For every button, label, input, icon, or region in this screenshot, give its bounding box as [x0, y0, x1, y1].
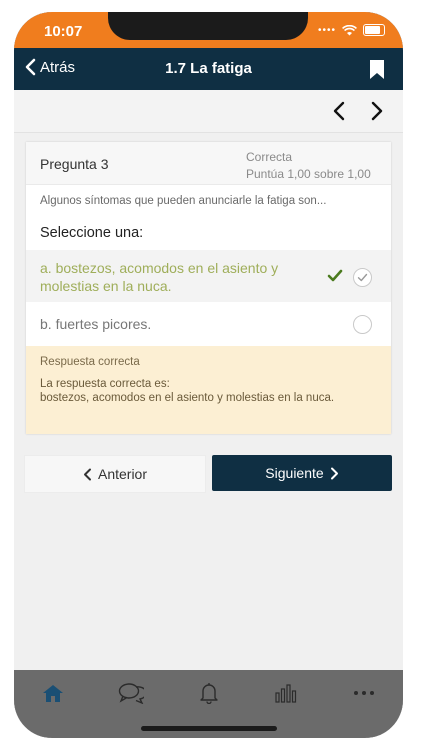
phone-frame: 10:07 •••• Atrás 1.7 La fatiga Pregunta … [14, 12, 403, 738]
answer-option-label: b. fuertes picores. [40, 316, 152, 332]
next-button-label: Siguiente [265, 465, 324, 481]
question-score: Puntúa 1,00 sobre 1,00 [246, 167, 371, 181]
feedback-answer: bostezos, acomodos en el asiento y moles… [40, 392, 335, 404]
previous-question-arrow-icon[interactable] [332, 101, 346, 121]
question-grade: Correcta Puntúa 1,00 sobre 1,00 [246, 149, 371, 183]
question-card: Pregunta 3 Correcta Puntúa 1,00 sobre 1,… [26, 142, 391, 434]
tab-grades[interactable] [271, 680, 301, 706]
home-icon [43, 684, 63, 702]
status-bar: 10:07 •••• [14, 12, 403, 48]
status-time: 10:07 [44, 23, 83, 40]
bell-icon [200, 683, 218, 704]
question-number: Pregunta 3 [40, 156, 109, 172]
tab-home[interactable] [38, 680, 68, 706]
page-title: 1.7 La fatiga [165, 60, 252, 77]
tab-more[interactable] [349, 680, 379, 706]
screen: 10:07 •••• Atrás 1.7 La fatiga Pregunta … [14, 12, 403, 738]
chevron-left-icon [83, 468, 91, 480]
tab-messages[interactable] [116, 680, 146, 706]
battery-icon [363, 24, 385, 36]
next-button[interactable]: Siguiente [212, 455, 392, 491]
chart-icon [275, 684, 297, 703]
feedback-text: La respuesta correcta es: bostezos, acom… [40, 377, 370, 405]
answer-option-a[interactable]: a. bostezos, acomodos en el asiento y mo… [26, 250, 391, 302]
more-icon [354, 691, 374, 695]
bookmark-icon[interactable] [369, 59, 385, 80]
nav-bar: Atrás 1.7 La fatiga [14, 48, 403, 90]
answer-radio-checked[interactable] [353, 268, 372, 287]
answer-option-label: a. bostezos, acomodos en el asiento y mo… [40, 260, 279, 294]
question-header: Pregunta 3 Correcta Puntúa 1,00 sobre 1,… [26, 142, 391, 185]
wifi-icon [342, 24, 357, 35]
radio-check-icon [357, 273, 368, 282]
question-pager [14, 90, 403, 133]
answer-radio-unchecked[interactable] [353, 315, 372, 334]
previous-button-label: Anterior [97, 466, 148, 482]
chat-icon [118, 683, 144, 704]
status-icons: •••• [318, 24, 385, 36]
correct-check-icon [327, 269, 343, 282]
question-prompt: Seleccione una: [40, 225, 144, 241]
signal-icon: •••• [317, 24, 336, 36]
tab-notifications[interactable] [194, 680, 224, 706]
home-indicator [141, 726, 277, 731]
question-status: Correcta [246, 150, 293, 164]
feedback-panel: Respuesta correcta La respuesta correcta… [26, 346, 391, 434]
answer-option-b[interactable]: b. fuertes picores. [26, 302, 391, 346]
notch [108, 12, 308, 40]
question-text: Algunos síntomas que pueden anunciarle l… [40, 195, 327, 207]
chevron-right-icon [330, 467, 338, 479]
feedback-intro: La respuesta correcta es: [40, 378, 170, 390]
feedback-title: Respuesta correcta [40, 356, 140, 368]
next-question-arrow-icon[interactable] [370, 101, 384, 121]
previous-button[interactable]: Anterior [24, 455, 206, 493]
